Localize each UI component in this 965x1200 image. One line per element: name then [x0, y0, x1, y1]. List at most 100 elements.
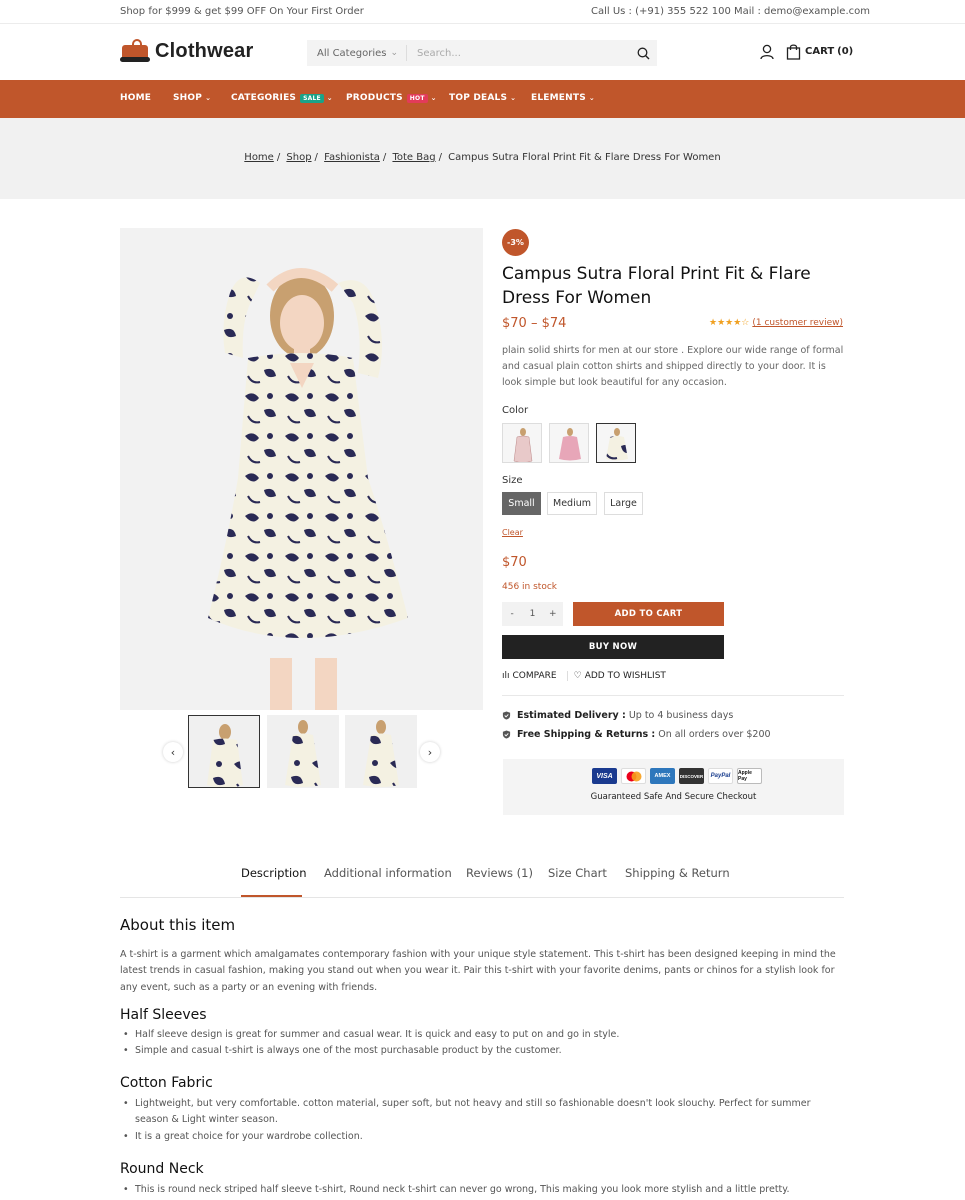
search-input[interactable] [407, 47, 629, 59]
about-text: A t-shirt is a garment which amalgamates… [120, 949, 836, 993]
nav-categories-label: CATEGORIES [231, 93, 297, 103]
nav-top-deals[interactable]: TOP DEALS ⌄ [449, 93, 516, 103]
apple-pay-label: Apple Pay [738, 770, 752, 782]
cart-count: (0) [837, 46, 854, 57]
thumbnail-strip: ‹ › [160, 715, 445, 789]
section-heading: Round Neck [120, 1161, 204, 1177]
buy-now-button[interactable]: BUY NOW [502, 635, 724, 659]
logo[interactable]: Clothwear [120, 39, 253, 63]
chevron-right-icon[interactable]: › [420, 742, 440, 762]
size-small-button[interactable]: Small [502, 492, 541, 515]
paypal-icon: PayPal [708, 768, 733, 784]
cart-label: CART [805, 46, 835, 57]
category-select[interactable]: All Categories ⌄ [307, 45, 407, 61]
section-heading: Cotton Fabric [120, 1075, 213, 1091]
clear-selection-link[interactable]: Clear [502, 528, 523, 537]
thumbnail-image [267, 715, 339, 788]
nav-home-label: HOME [120, 93, 152, 103]
size-large-button[interactable]: Large [604, 492, 643, 515]
color-swatch-2[interactable] [549, 423, 589, 463]
thumbnail-2[interactable] [267, 715, 339, 788]
compare-link[interactable]: ılı COMPARE [502, 671, 557, 681]
sale-badge: SALE [300, 93, 324, 103]
section-bullets: Lightweight, but very comfortable. cotto… [123, 1096, 835, 1146]
thumbnail-image [189, 716, 259, 787]
swatch-image [503, 424, 541, 462]
tab-shipping-return[interactable]: Shipping & Return [625, 866, 730, 880]
mail-text[interactable]: Mail : demo@example.com [734, 6, 870, 17]
amex-icon: AMEX [650, 768, 675, 784]
list-item: Simple and casual t-shirt is always one … [123, 1043, 835, 1060]
discover-icon: DISCOVER [679, 768, 704, 784]
color-swatch-3[interactable] [596, 423, 636, 463]
delivery-value: Up to 4 business days [628, 710, 734, 721]
site-header: Clothwear All Categories ⌄ CART (0) [0, 25, 965, 80]
thumbnail-image [345, 715, 417, 788]
review-link[interactable]: (1 customer review) [752, 318, 843, 328]
chevron-down-icon: ⌄ [326, 94, 333, 102]
nav-shop[interactable]: SHOP ⌄ [173, 93, 211, 103]
category-select-value: All Categories [317, 47, 387, 59]
color-swatch-1[interactable] [502, 423, 542, 463]
divider [502, 695, 844, 696]
nav-shop-label: SHOP [173, 93, 203, 103]
chevron-down-icon: ⌄ [205, 94, 212, 102]
breadcrumb-fashionista[interactable]: Fashionista [324, 152, 380, 163]
add-to-cart-button[interactable]: ADD TO CART [573, 602, 724, 626]
price-range: $70 – $74 [502, 316, 567, 331]
breadcrumb-tote-bag[interactable]: Tote Bag [392, 152, 435, 163]
breadcrumb-home[interactable]: Home [244, 152, 274, 163]
stock-status: 456 in stock [502, 582, 557, 592]
product-main-image[interactable] [120, 228, 483, 710]
tab-reviews[interactable]: Reviews (1) [466, 866, 533, 880]
tab-additional-information[interactable]: Additional information [324, 866, 452, 880]
shield-check-icon [502, 730, 511, 739]
shopping-bag-icon [786, 44, 801, 60]
chevron-down-icon: ⌄ [390, 48, 398, 58]
list-item: Lightweight, but very comfortable. cotto… [123, 1096, 835, 1129]
shield-check-icon [502, 711, 511, 720]
size-medium-button[interactable]: Medium [547, 492, 597, 515]
thumbnail-3[interactable] [345, 715, 417, 788]
nav-products-label: PRODUCTS [346, 93, 403, 103]
qty-minus-button[interactable]: - [502, 609, 522, 619]
delivery-info: Estimated Delivery : Up to 4 business da… [502, 710, 733, 721]
wishlist-link[interactable]: ♡ ADD TO WISHLIST [574, 671, 666, 681]
nav-home[interactable]: HOME [120, 93, 151, 103]
tab-description[interactable]: Description [241, 866, 307, 880]
swatch-image [597, 424, 635, 462]
search-button[interactable] [629, 40, 657, 66]
payment-cards: VISA AMEX DISCOVER PayPal Apple Pay [592, 768, 766, 784]
section-heading: Half Sleeves [120, 1007, 207, 1023]
secure-checkout-text: Guaranteed Safe And Secure Checkout [590, 792, 757, 802]
search-icon [637, 47, 649, 59]
chevron-left-icon[interactable]: ‹ [163, 742, 183, 762]
discount-badge: -3% [502, 229, 529, 256]
qty-value[interactable]: 1 [522, 609, 542, 619]
product-tabs: Description Additional information Revie… [120, 866, 844, 898]
breadcrumb-shop[interactable]: Shop [286, 152, 311, 163]
qty-plus-button[interactable]: + [543, 609, 563, 619]
nav-products[interactable]: PRODUCTS HOT ⌄ [346, 93, 437, 103]
nav-elements[interactable]: ELEMENTS ⌄ [531, 93, 595, 103]
compare-label: COMPARE [512, 671, 557, 681]
call-us-text: Call Us : (+91) 355 522 100 [591, 6, 731, 17]
cart-button[interactable]: CART (0) [786, 43, 853, 60]
top-bar: Shop for $999 & get $99 OFF On Your Firs… [0, 0, 965, 24]
hot-badge: HOT [406, 93, 428, 103]
tab-size-chart[interactable]: Size Chart [548, 866, 607, 880]
heart-icon: ♡ [573, 671, 582, 681]
shipping-value: On all orders over $200 [658, 729, 771, 740]
selected-price: $70 [502, 555, 527, 570]
compare-icon: ılı [502, 671, 510, 681]
apple-pay-icon: Apple Pay [737, 768, 762, 784]
delivery-label: Estimated Delivery : [517, 710, 626, 721]
product-title: Campus Sutra Floral Print Fit & Flare Dr… [502, 264, 811, 308]
logo-hat-icon [120, 39, 150, 63]
thumbnail-1[interactable] [188, 715, 260, 788]
nav-top-deals-label: TOP DEALS [449, 93, 508, 103]
visa-icon: VISA [592, 768, 617, 784]
section-bullets: Half sleeve design is great for summer a… [123, 1027, 835, 1060]
nav-categories[interactable]: CATEGORIES SALE ⌄ [231, 93, 333, 103]
account-button[interactable] [760, 44, 776, 62]
